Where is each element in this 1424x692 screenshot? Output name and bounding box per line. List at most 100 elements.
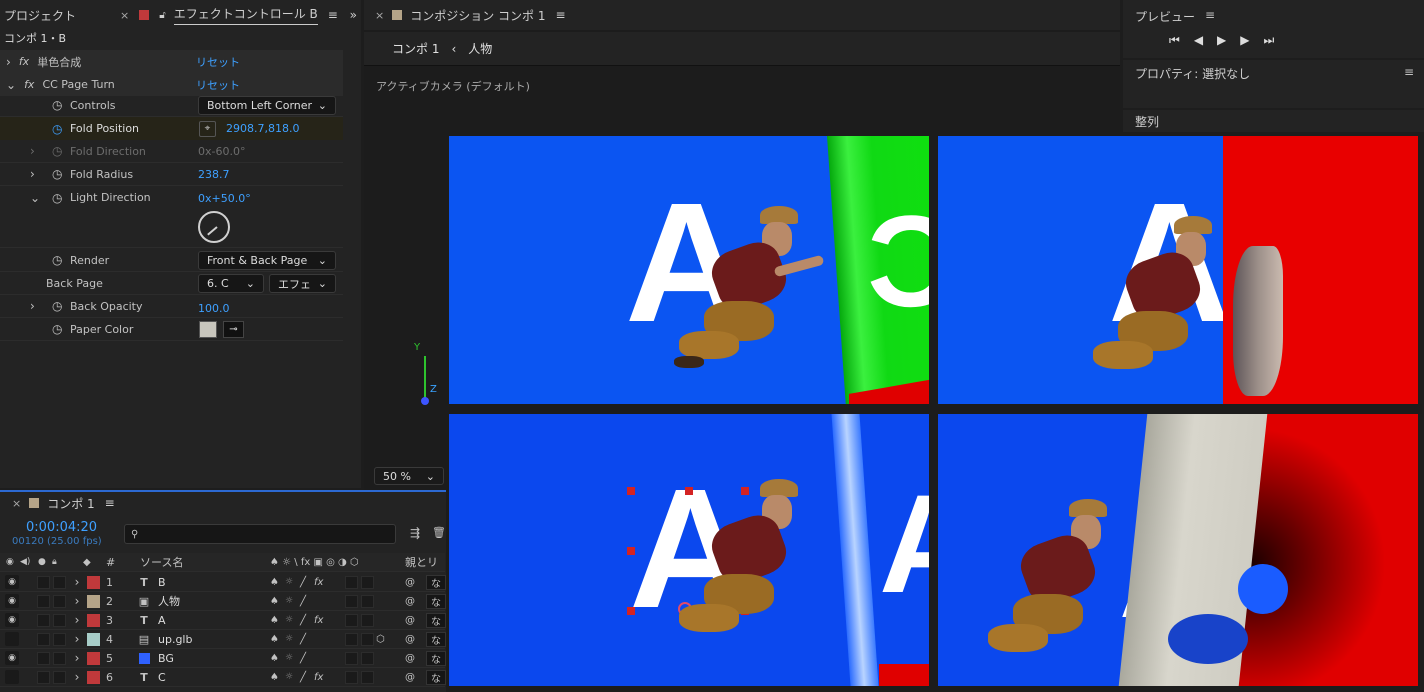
tab-project[interactable]: プロジェクト (0, 7, 82, 24)
panel-menu-icon[interactable]: ≡ (555, 8, 565, 22)
breadcrumb-layer[interactable]: 人物 (468, 40, 492, 57)
parent-dropdown[interactable]: な (426, 631, 446, 647)
eye-icon[interactable]: ◉ (5, 575, 19, 589)
viewport-bottom-right[interactable]: A (938, 414, 1418, 686)
adjust-toggle[interactable] (361, 632, 374, 646)
motion-blur-toggle[interactable] (345, 651, 358, 665)
quality-switch-icon[interactable]: ╱ (300, 634, 306, 645)
chevron-down-icon[interactable]: ⌄ (6, 78, 16, 92)
close-icon[interactable]: × (375, 9, 384, 22)
fold-radius-value[interactable]: 238.7 (198, 168, 230, 181)
chevron-left-icon[interactable]: ‹ (451, 42, 456, 56)
label-color[interactable] (87, 651, 100, 665)
parent-dropdown[interactable]: な (426, 650, 446, 666)
solo-toggle[interactable] (37, 575, 50, 589)
chevron-right-icon[interactable]: › (30, 144, 35, 158)
stopwatch-icon[interactable]: ◷ (52, 191, 62, 205)
label-color[interactable] (87, 575, 100, 589)
pickwhip-icon[interactable]: @ (405, 634, 415, 645)
motion-blur-toggle[interactable] (345, 613, 358, 627)
eye-off-slot[interactable] (5, 670, 19, 684)
label-color[interactable] (87, 632, 100, 646)
effect-row-mono[interactable]: › fx 単色合成 リセット (0, 50, 343, 73)
viewport-top-right[interactable]: A (938, 136, 1418, 404)
play-icon[interactable]: ▶ (1217, 33, 1226, 48)
layer-row[interactable]: ◉ › 1 T B ♠ ☼ ╱ fx @ な (0, 573, 446, 592)
parent-dropdown[interactable]: な (426, 593, 446, 609)
paper-color-swatch[interactable] (199, 320, 217, 338)
lock-icon[interactable]: 🔓︎ (159, 10, 165, 21)
chevron-right-icon[interactable]: › (72, 575, 82, 589)
controls-dropdown[interactable]: Bottom Left Corner ⌄ (198, 96, 336, 115)
collapse-switch-icon[interactable]: ☼ (285, 653, 293, 663)
source-name-header[interactable]: ソース名 (140, 554, 183, 570)
prev-frame-icon[interactable]: ◀ (1194, 33, 1203, 48)
adjust-toggle[interactable] (361, 613, 374, 627)
chevron-right-icon[interactable]: › (72, 632, 82, 646)
fx-icon[interactable]: fx (19, 55, 29, 68)
layer-name[interactable]: B (158, 576, 166, 589)
tab-timeline[interactable]: コンポ 1 (47, 495, 94, 512)
breadcrumb-comp[interactable]: コンポ 1 (392, 40, 439, 57)
stopwatch-icon[interactable]: ◷ (52, 322, 62, 336)
next-frame-icon[interactable]: ▶ (1240, 33, 1249, 48)
collapse-switch-icon[interactable]: ☼ (285, 577, 293, 587)
pickwhip-icon[interactable]: @ (405, 653, 415, 664)
collapse-switch-icon[interactable]: ☼ (285, 672, 293, 682)
shy-switch-icon[interactable]: ♠ (270, 615, 279, 626)
selection-handle[interactable] (627, 607, 635, 615)
close-icon[interactable]: × (12, 497, 21, 510)
solo-toggle[interactable] (37, 651, 50, 665)
motion-blur-toggle[interactable] (345, 670, 358, 684)
trash-icon[interactable]: 🗑︎ (432, 526, 446, 539)
angle-dial[interactable] (198, 211, 230, 243)
chevron-down-icon[interactable]: ⌄ (30, 191, 40, 205)
fx-switch-icon[interactable]: fx (314, 672, 323, 683)
pickwhip-icon[interactable]: @ (405, 672, 415, 683)
quality-switch-icon[interactable]: ╱ (300, 653, 306, 664)
quality-switch-icon[interactable]: ╱ (300, 577, 306, 588)
chevron-right-icon[interactable]: › (30, 299, 35, 313)
chevron-right-icon[interactable]: › (72, 670, 82, 684)
stopwatch-icon[interactable]: ◷ (52, 253, 62, 267)
eye-icon[interactable]: ◉ (5, 651, 19, 665)
last-frame-icon[interactable]: ⏭ (1264, 33, 1275, 48)
chevron-right-icon[interactable]: › (6, 55, 11, 69)
shy-switch-icon[interactable]: ♠ (270, 653, 279, 664)
stopwatch-icon[interactable]: ◷ (52, 299, 62, 313)
lock-toggle[interactable] (53, 594, 66, 608)
param-fold-position[interactable]: ◷ Fold Position ⌖ 2908.7,818.0 (0, 117, 343, 140)
crosshair-icon[interactable]: ⌖ (199, 120, 216, 137)
back-page-layer-dropdown[interactable]: 6. C ⌄ (198, 274, 264, 293)
adjust-toggle[interactable] (361, 594, 374, 608)
label-color[interactable] (87, 613, 100, 627)
motion-blur-toggle[interactable] (345, 632, 358, 646)
search-input[interactable]: ⚲ (124, 524, 396, 544)
light-direction-value[interactable]: 0x+50.0° (198, 192, 251, 205)
tab-composition[interactable]: コンポジション コンポ 1 (410, 7, 545, 24)
quality-switch-icon[interactable]: ╱ (300, 596, 306, 607)
adjust-toggle[interactable] (361, 651, 374, 665)
layer-row[interactable]: ◉ › 5 BG ♠ ☼ ╱ @ な (0, 649, 446, 668)
solo-toggle[interactable] (37, 594, 50, 608)
selection-handle[interactable] (627, 547, 635, 555)
stopwatch-icon[interactable]: ◷ (52, 98, 62, 112)
effect-row-page-turn[interactable]: ⌄ fx CC Page Turn リセット (0, 73, 343, 96)
solo-toggle[interactable] (37, 670, 50, 684)
adjust-toggle[interactable] (361, 670, 374, 684)
motion-blur-toggle[interactable] (345, 575, 358, 589)
layer-row[interactable]: › 4 ▤ up.glb ♠ ☼ ╱ ⬡ @ な (0, 630, 446, 649)
pickwhip-icon[interactable]: @ (405, 596, 415, 607)
viewport-bottom-left[interactable]: A A (449, 414, 929, 686)
layer-row[interactable]: ◉ › 2 ▣ 人物 ♠ ☼ ╱ @ な (0, 592, 446, 611)
pickwhip-icon[interactable]: @ (405, 577, 415, 588)
eyedropper-icon[interactable]: ⊸ (223, 320, 244, 338)
viewport-top-left[interactable]: A C (449, 136, 929, 404)
reset-link[interactable]: リセット (196, 77, 240, 93)
panel-menu-icon[interactable]: ≡ (105, 496, 115, 510)
stopwatch-icon[interactable]: ◷ (52, 167, 62, 181)
motion-blur-toggle[interactable] (345, 594, 358, 608)
fx-icon[interactable]: fx (24, 78, 34, 91)
layer-name[interactable]: 人物 (158, 593, 180, 609)
fx-switch-icon[interactable]: fx (314, 577, 323, 588)
